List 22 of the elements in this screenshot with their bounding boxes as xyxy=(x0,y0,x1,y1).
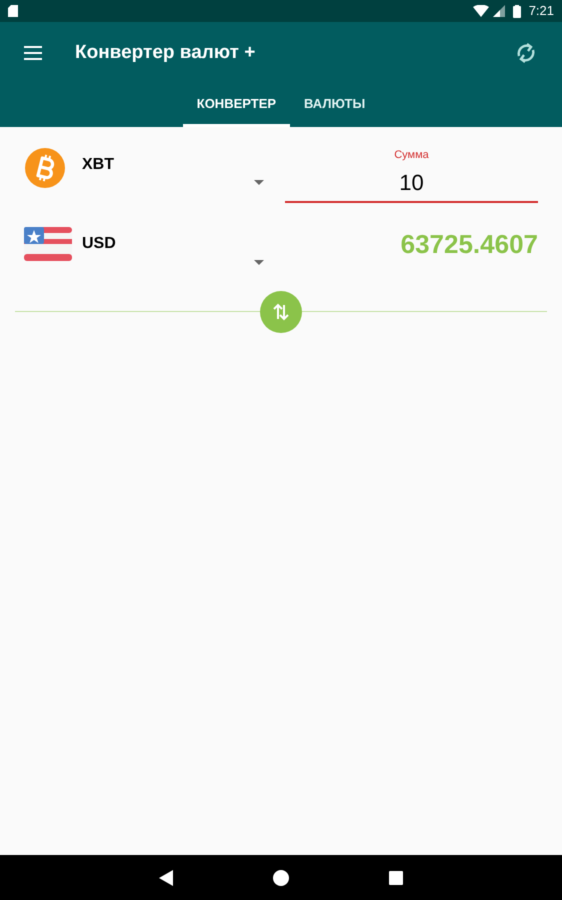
currency-code[interactable]: XBT xyxy=(82,153,114,177)
flag-icon xyxy=(24,226,72,260)
amount-field[interactable]: 10 xyxy=(285,166,538,202)
dropdown-caret-icon[interactable] xyxy=(254,260,264,264)
field-label: Сумма xyxy=(394,148,429,163)
swap-arrows-icon xyxy=(273,302,289,320)
back-icon[interactable] xyxy=(159,870,173,886)
recents-icon[interactable] xyxy=(389,870,403,884)
converted-amount: 63725.4607 xyxy=(400,228,538,260)
home-icon[interactable] xyxy=(273,870,289,886)
dropdown-caret-icon[interactable] xyxy=(254,180,264,185)
tab[interactable]: КОНВЕРТЕР xyxy=(182,84,290,127)
menu-icon[interactable] xyxy=(24,46,42,60)
tab[interactable]: ВАЛЮТЫ xyxy=(290,84,380,127)
wifi-icon xyxy=(472,5,489,17)
battery-icon xyxy=(512,4,521,18)
bitcoin-icon xyxy=(24,147,66,189)
clock: 7:21 xyxy=(528,2,554,20)
currency-code[interactable]: USD xyxy=(82,232,116,256)
sd-card-icon xyxy=(8,5,18,17)
app-title: Конвертер валют + xyxy=(75,40,256,65)
signal-icon xyxy=(492,5,505,17)
